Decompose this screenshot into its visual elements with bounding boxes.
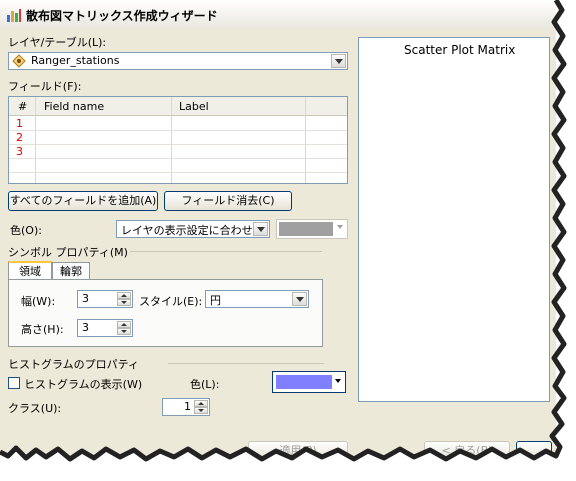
torn-edge-mask: [0, 0, 576, 481]
